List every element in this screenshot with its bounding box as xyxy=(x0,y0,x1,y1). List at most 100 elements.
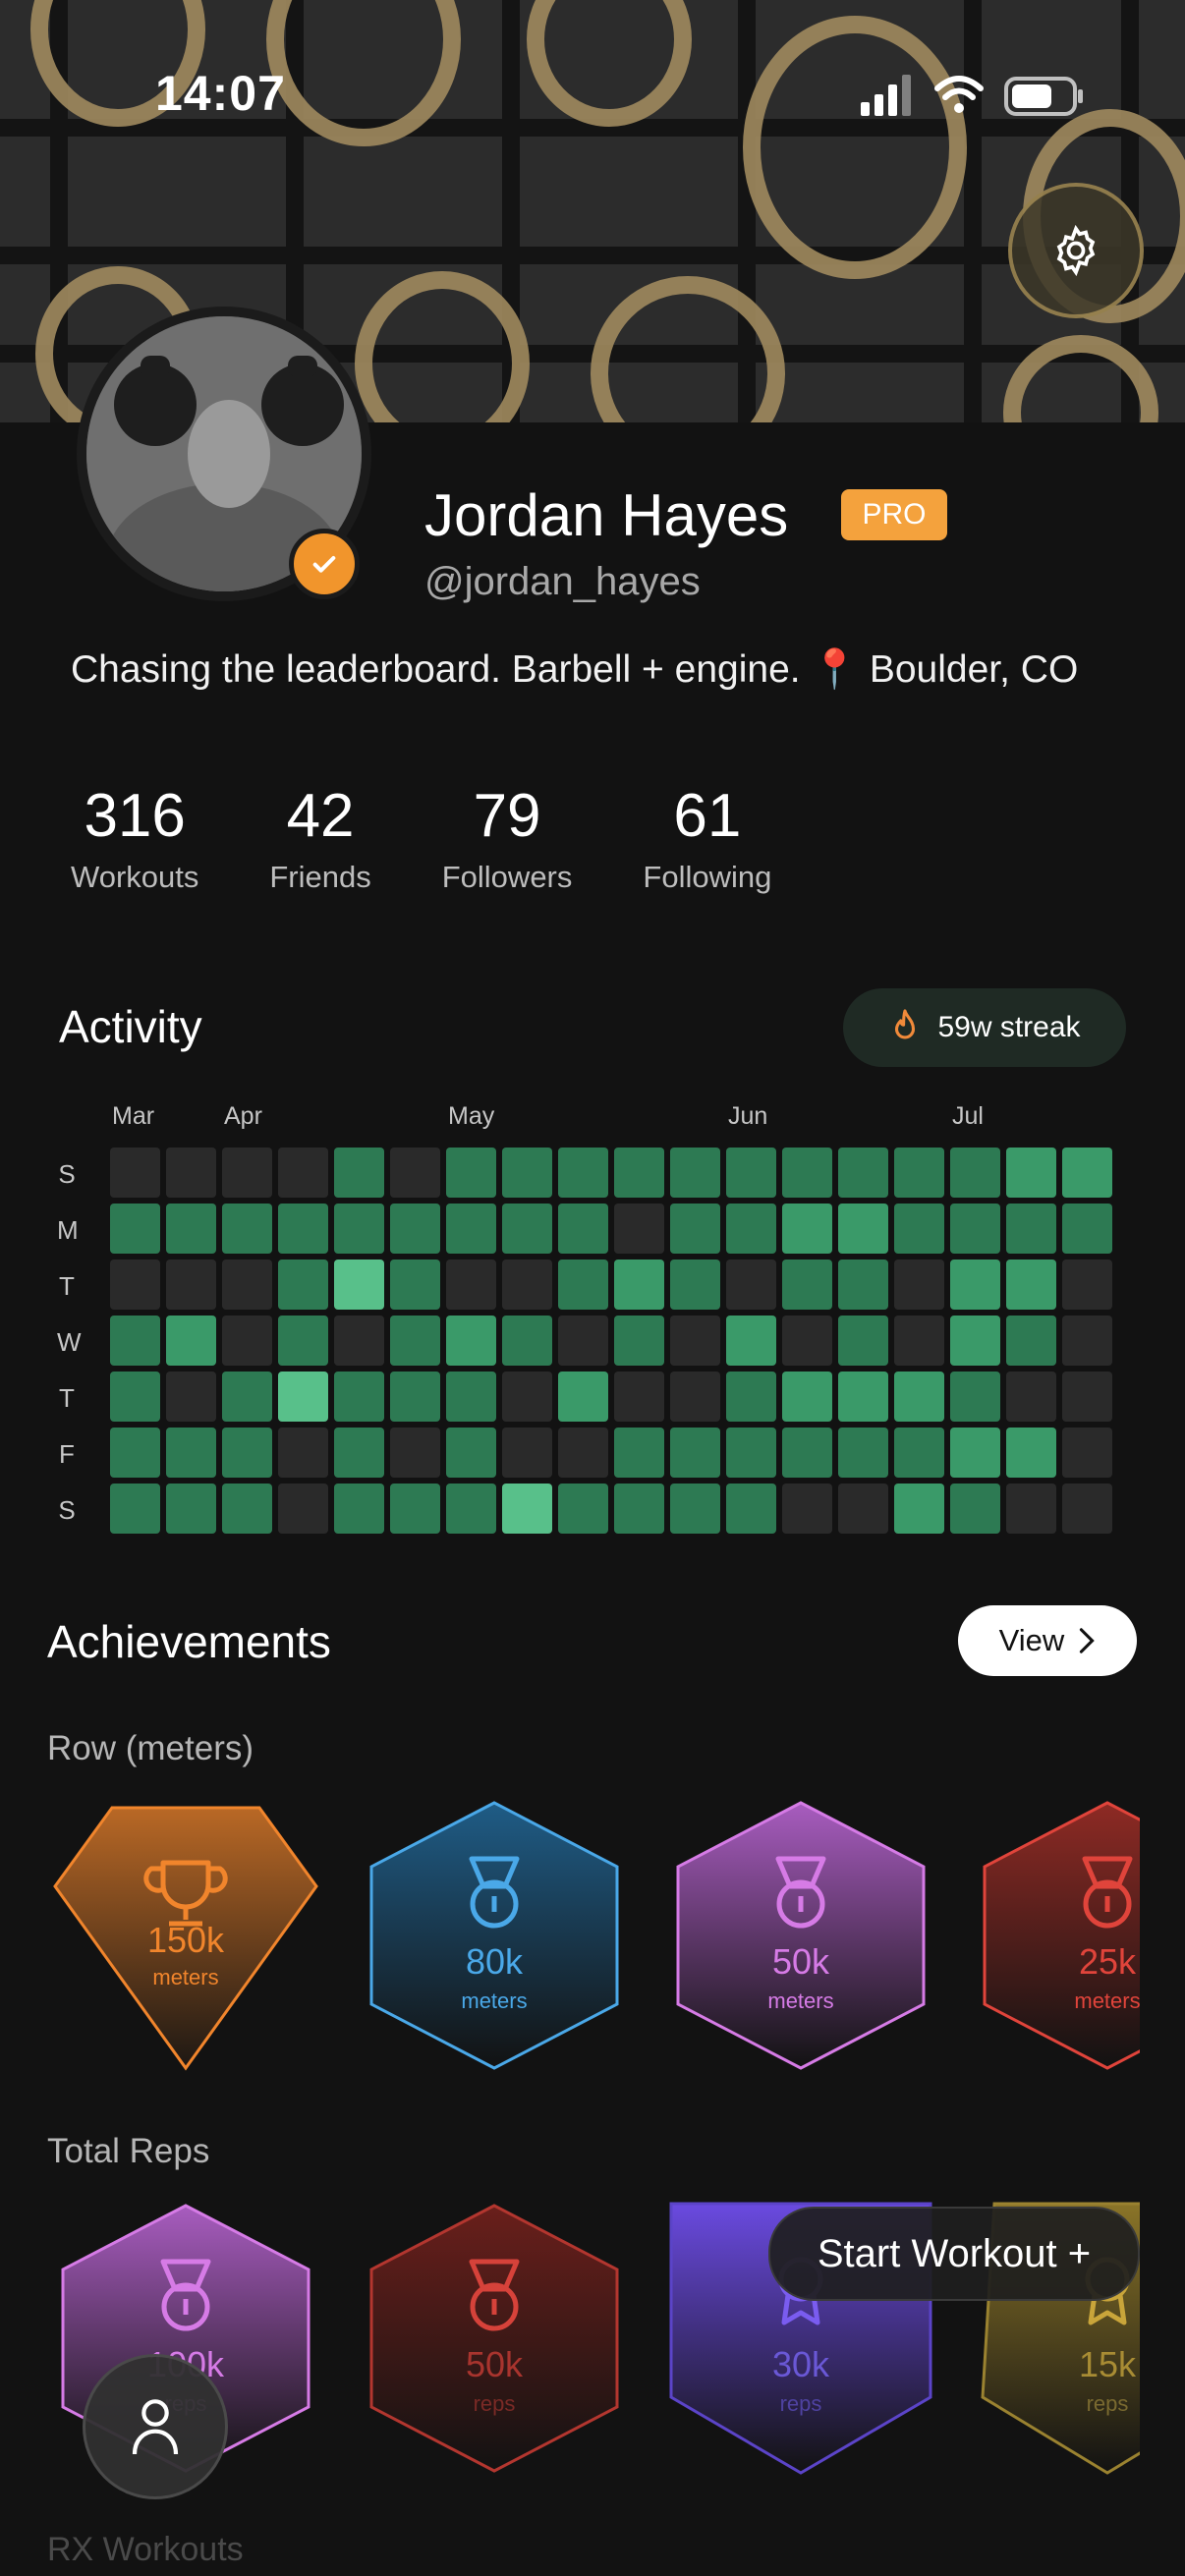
heatmap-cell xyxy=(726,1428,776,1478)
heatmap-cell xyxy=(614,1372,664,1422)
streak-label: 59w streak xyxy=(937,1011,1081,1043)
day-label: T xyxy=(59,1271,75,1301)
heatmap-cell xyxy=(894,1316,944,1366)
month-label: May xyxy=(448,1102,495,1130)
heatmap-cell xyxy=(1006,1148,1056,1198)
heatmap-cell xyxy=(278,1316,328,1366)
stat-followers[interactable]: 79 Followers xyxy=(442,781,573,895)
day-label: S xyxy=(58,1495,76,1525)
heatmap-cell xyxy=(166,1316,216,1366)
heatmap-cell xyxy=(446,1260,496,1310)
heatmap-cell xyxy=(894,1204,944,1254)
heatmap-cell xyxy=(1062,1316,1112,1366)
heatmap-cell xyxy=(502,1260,552,1310)
badge-unit: reps xyxy=(1086,2391,1129,2416)
rx-workouts-subtitle: RX Workouts xyxy=(47,2531,244,2568)
heatmap-cell xyxy=(614,1148,664,1198)
heatmap-cell xyxy=(166,1204,216,1254)
heatmap-cell xyxy=(838,1148,888,1198)
stat-following[interactable]: 61 Following xyxy=(643,781,771,895)
heatmap-cell xyxy=(110,1372,160,1422)
heatmap-cell xyxy=(726,1148,776,1198)
heatmap-cell xyxy=(446,1316,496,1366)
heatmap-cell xyxy=(894,1484,944,1534)
heatmap-cell xyxy=(278,1204,328,1254)
heatmap-cell xyxy=(1006,1372,1056,1422)
heatmap-cell xyxy=(390,1428,440,1478)
day-label: T xyxy=(59,1383,75,1413)
heatmap-cell xyxy=(726,1484,776,1534)
heatmap-cell xyxy=(166,1148,216,1198)
heatmap-cell xyxy=(502,1148,552,1198)
heatmap-cell xyxy=(166,1372,216,1422)
start-workout-button[interactable]: Start Workout + xyxy=(768,2207,1140,2301)
badge-row-80k[interactable]: 80k meters xyxy=(362,1798,627,2073)
heatmap-cell xyxy=(334,1428,384,1478)
heatmap-cell xyxy=(950,1372,1000,1422)
stat-workouts[interactable]: 316 Workouts xyxy=(71,781,198,895)
heatmap-cell xyxy=(390,1260,440,1310)
badge-reps-50k[interactable]: 50k reps xyxy=(362,2201,627,2476)
heatmap-cell xyxy=(894,1260,944,1310)
heatmap-cell xyxy=(614,1316,664,1366)
day-label: W xyxy=(57,1327,82,1357)
heatmap-cell xyxy=(894,1372,944,1422)
heatmap-cell xyxy=(390,1316,440,1366)
heatmap-cell xyxy=(334,1372,384,1422)
heatmap-cell xyxy=(950,1484,1000,1534)
heatmap-cell xyxy=(334,1316,384,1366)
profile-tab-button[interactable] xyxy=(83,2354,228,2499)
heatmap-cell xyxy=(670,1484,720,1534)
heatmap-cell xyxy=(110,1260,160,1310)
user-icon xyxy=(132,2399,179,2455)
heatmap-cell xyxy=(782,1260,832,1310)
heatmap-cell xyxy=(950,1204,1000,1254)
heatmap-cell xyxy=(838,1428,888,1478)
heatmap-cell xyxy=(726,1372,776,1422)
heatmap-cell xyxy=(278,1260,328,1310)
heatmap-cell xyxy=(558,1204,608,1254)
badge-value: 15k xyxy=(1078,2344,1137,2384)
heatmap-cell xyxy=(558,1316,608,1366)
heatmap-cell xyxy=(838,1316,888,1366)
badge-row-50k[interactable]: 50k meters xyxy=(668,1798,933,2073)
heatmap-cell xyxy=(446,1484,496,1534)
heatmap-cell xyxy=(1006,1428,1056,1478)
badge-value: 50k xyxy=(771,1941,830,1982)
badge-value: 25k xyxy=(1078,1941,1137,1982)
badge-row-150k[interactable]: 150k meters xyxy=(53,1798,318,2073)
badge-row-25k[interactable]: 25k meters xyxy=(975,1798,1140,2073)
heatmap-cell xyxy=(1062,1204,1112,1254)
badge-unit: meters xyxy=(1074,1988,1140,2013)
heatmap-cell xyxy=(390,1372,440,1422)
heatmap-cell xyxy=(222,1260,272,1310)
heatmap-cell xyxy=(502,1316,552,1366)
heatmap-cell xyxy=(222,1372,272,1422)
heatmap-cell xyxy=(558,1260,608,1310)
heatmap-cell xyxy=(558,1428,608,1478)
streak-badge[interactable]: 59w streak xyxy=(843,988,1126,1067)
stat-label: Followers xyxy=(441,860,573,894)
heatmap-cell xyxy=(782,1148,832,1198)
heatmap-cell xyxy=(278,1148,328,1198)
chevron-right-icon xyxy=(1080,1628,1096,1653)
heatmap-cell xyxy=(446,1148,496,1198)
settings-button[interactable] xyxy=(1008,183,1144,318)
pro-badge: PRO xyxy=(841,489,947,540)
heatmap-cell xyxy=(390,1148,440,1198)
month-label: Apr xyxy=(224,1102,262,1130)
activity-heatmap xyxy=(110,1148,1112,1534)
view-achievements-button[interactable]: View xyxy=(958,1605,1137,1676)
heatmap-cell xyxy=(838,1260,888,1310)
heatmap-cell xyxy=(670,1316,720,1366)
badge-value: 30k xyxy=(771,2344,830,2384)
heatmap-cell xyxy=(726,1316,776,1366)
heatmap-cell xyxy=(1062,1484,1112,1534)
heatmap-cell xyxy=(110,1204,160,1254)
badge-unit: reps xyxy=(473,2391,516,2416)
stat-friends[interactable]: 42 Friends xyxy=(269,781,370,895)
heatmap-cell xyxy=(838,1372,888,1422)
heatmap-cell xyxy=(614,1428,664,1478)
heatmap-cell xyxy=(502,1204,552,1254)
heatmap-cell xyxy=(446,1428,496,1478)
